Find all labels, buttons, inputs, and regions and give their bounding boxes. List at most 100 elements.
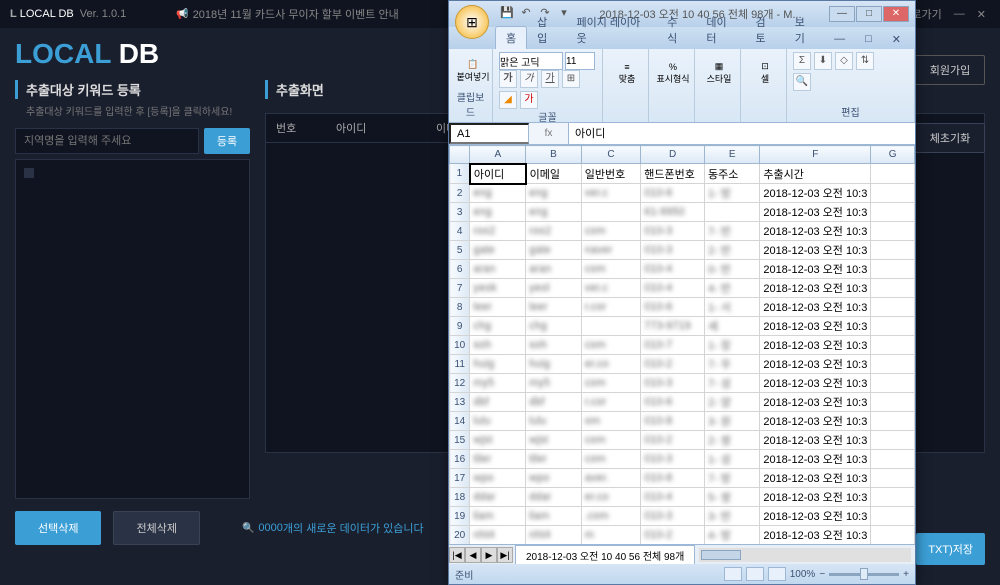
cell[interactable]: chg xyxy=(470,317,526,336)
row-header[interactable]: 13 xyxy=(450,393,470,412)
cell[interactable] xyxy=(871,317,915,336)
view-break-icon[interactable] xyxy=(768,567,786,581)
cell[interactable]: lulu xyxy=(470,412,526,431)
col-header-B[interactable]: B xyxy=(526,146,582,164)
cell[interactable]: 세 xyxy=(704,317,759,336)
cell[interactable]: eng xyxy=(526,184,582,203)
cell[interactable]: eng xyxy=(526,203,582,222)
cell[interactable]: dbf xyxy=(470,393,526,412)
cell[interactable]: 010-8 xyxy=(641,412,705,431)
cell[interactable] xyxy=(871,355,915,374)
cell[interactable]: my5 xyxy=(526,374,582,393)
alignment-button[interactable]: ≡맞춤 xyxy=(609,52,645,94)
cell[interactable]: eng xyxy=(470,184,526,203)
cell[interactable] xyxy=(871,488,915,507)
cell[interactable]: om xyxy=(581,412,641,431)
cell[interactable]: 7- 반 xyxy=(704,222,759,241)
cell[interactable]: 2018-12-03 오전 10:3 xyxy=(760,241,871,260)
doc-close-icon[interactable]: ✕ xyxy=(882,30,911,49)
tab-insert[interactable]: 삽입 xyxy=(527,11,566,49)
cell[interactable]: 010-2 xyxy=(641,355,705,374)
cell[interactable]: liam xyxy=(526,507,582,526)
scrollbar-thumb[interactable] xyxy=(701,550,741,560)
cell[interactable]: yeok xyxy=(470,279,526,298)
cell[interactable] xyxy=(871,241,915,260)
cell[interactable]: 010-6 xyxy=(641,298,705,317)
cell[interactable]: 3- 원 xyxy=(704,412,759,431)
sheet-last-icon[interactable]: ▶| xyxy=(497,547,513,563)
cell[interactable]: 2018-12-03 오전 10:3 xyxy=(760,450,871,469)
cell[interactable]: 0- 반 xyxy=(704,260,759,279)
cell[interactable]: er.co xyxy=(581,355,641,374)
reset-button[interactable]: 체초기화 xyxy=(915,123,985,153)
cell[interactable]: huig xyxy=(470,355,526,374)
cell[interactable] xyxy=(871,469,915,488)
cell[interactable]: er.co xyxy=(581,488,641,507)
cell[interactable]: wjst xyxy=(470,431,526,450)
qat-save-icon[interactable]: 💾 xyxy=(499,6,515,22)
underline-button[interactable]: 가 xyxy=(541,70,559,88)
cell[interactable]: 010-7 xyxy=(641,336,705,355)
cell[interactable]: 2018-12-03 오전 10:3 xyxy=(760,374,871,393)
zoom-in-icon[interactable]: + xyxy=(903,569,909,580)
cell[interactable]: 010-3 xyxy=(641,222,705,241)
view-layout-icon[interactable] xyxy=(746,567,764,581)
office-button[interactable]: ⊞ xyxy=(455,5,489,39)
cell[interactable]: 2018-12-03 오전 10:3 xyxy=(760,222,871,241)
cell[interactable] xyxy=(871,393,915,412)
cell[interactable]: ver.c xyxy=(581,184,641,203)
border-button[interactable]: ⊞ xyxy=(562,70,580,88)
cell[interactable]: yeol xyxy=(526,279,582,298)
cell[interactable]: 010-4 xyxy=(641,488,705,507)
cell[interactable]: 2018-12-03 오전 10:3 xyxy=(760,336,871,355)
cell[interactable]: aran xyxy=(526,260,582,279)
row-header[interactable]: 1 xyxy=(450,164,470,184)
row-header[interactable]: 3 xyxy=(450,203,470,222)
all-delete-button[interactable]: 전체삭제 xyxy=(113,511,199,545)
cell[interactable]: com xyxy=(581,260,641,279)
export-txt-button[interactable]: TXT)저장 xyxy=(916,533,985,565)
cell[interactable]: 010-2 xyxy=(641,526,705,545)
cell[interactable]: 2- 양 xyxy=(704,393,759,412)
row-header[interactable]: 14 xyxy=(450,412,470,431)
minimize-btn[interactable]: — xyxy=(950,6,969,22)
cell[interactable]: leer xyxy=(470,298,526,317)
row-header[interactable]: 20 xyxy=(450,526,470,545)
cells-button[interactable]: ⊡셀 xyxy=(747,52,783,94)
cell[interactable]: 핸드폰번호 xyxy=(641,164,705,184)
cell[interactable]: leer xyxy=(526,298,582,317)
name-box[interactable] xyxy=(449,123,529,144)
cell[interactable]: 1- 서 xyxy=(704,298,759,317)
cell[interactable]: dbf xyxy=(526,393,582,412)
row-header[interactable]: 5 xyxy=(450,241,470,260)
fill-button[interactable]: ⬇ xyxy=(814,52,832,70)
cell[interactable] xyxy=(871,336,915,355)
tab-home[interactable]: 홈 xyxy=(495,26,527,49)
cell[interactable]: .com xyxy=(581,507,641,526)
cell[interactable]: 2018-12-03 오전 10:3 xyxy=(760,260,871,279)
cell[interactable]: 2018-12-03 오전 10:3 xyxy=(760,393,871,412)
signup-button[interactable]: 회원가입 xyxy=(915,55,985,85)
keyword-list[interactable] xyxy=(15,159,250,499)
autosum-button[interactable]: Σ xyxy=(793,52,811,70)
cell[interactable]: wpo xyxy=(526,469,582,488)
tab-view[interactable]: 보기 xyxy=(785,11,824,49)
cell[interactable] xyxy=(581,317,641,336)
cell[interactable]: eng xyxy=(470,203,526,222)
cell[interactable]: tiler xyxy=(470,450,526,469)
cell[interactable] xyxy=(871,260,915,279)
row-header[interactable]: 17 xyxy=(450,469,470,488)
cell[interactable]: 010-4 xyxy=(641,279,705,298)
sort-button[interactable]: ⇅ xyxy=(856,52,874,70)
cell[interactable]: 010-2 xyxy=(641,431,705,450)
cell[interactable]: 2018-12-03 오전 10:3 xyxy=(760,184,871,203)
cell[interactable] xyxy=(871,431,915,450)
cell[interactable]: com xyxy=(581,222,641,241)
cell[interactable] xyxy=(871,298,915,317)
tab-page-layout[interactable]: 페이지 레이아웃 xyxy=(566,11,657,49)
cell[interactable]: 1- 장 xyxy=(704,336,759,355)
cell[interactable]: 추출시간 xyxy=(760,164,871,184)
cell[interactable] xyxy=(871,412,915,431)
horizontal-scrollbar[interactable] xyxy=(699,548,911,562)
font-name-select[interactable] xyxy=(499,52,563,70)
